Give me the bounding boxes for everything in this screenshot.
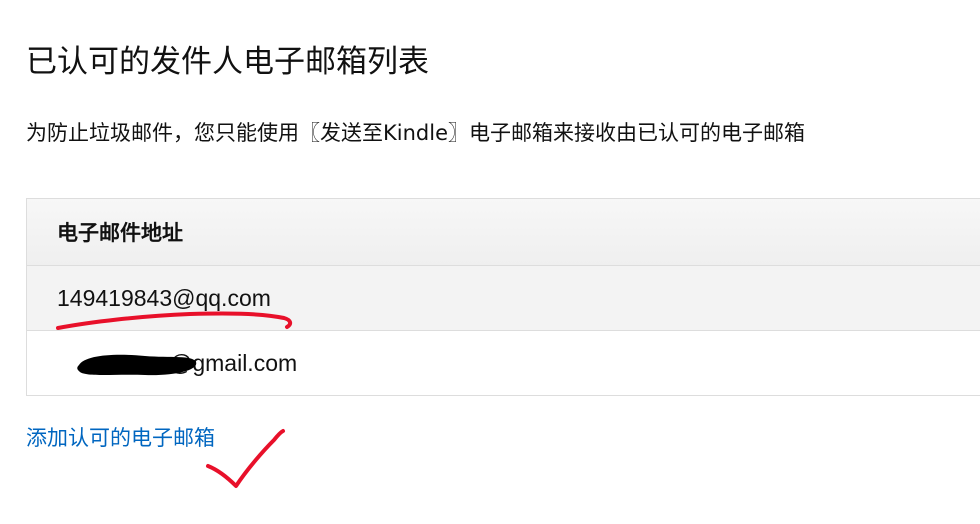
table-row: 149419843@qq.com	[27, 266, 980, 330]
table-row: @gmail.com	[27, 330, 980, 395]
checkmark-annotation	[206, 429, 285, 488]
page-description: 为防止垃圾邮件，您只能使用〖发送至Kindle〗电子邮箱来接收由已认可的电子邮箱	[26, 121, 805, 145]
approved-sender-list-page: 已认可的发件人电子邮箱列表 为防止垃圾邮件，您只能使用〖发送至Kindle〗电子…	[0, 0, 980, 524]
add-approved-email-link[interactable]: 添加认可的电子邮箱	[26, 422, 215, 452]
email-address: 149419843@qq.com	[57, 284, 271, 311]
email-column-header: 电子邮件地址	[27, 199, 980, 266]
email-table: 电子邮件地址 149419843@qq.com @gmail.com	[26, 198, 980, 396]
redaction-mark	[77, 354, 197, 376]
page-title: 已认可的发件人电子邮箱列表	[26, 44, 429, 80]
